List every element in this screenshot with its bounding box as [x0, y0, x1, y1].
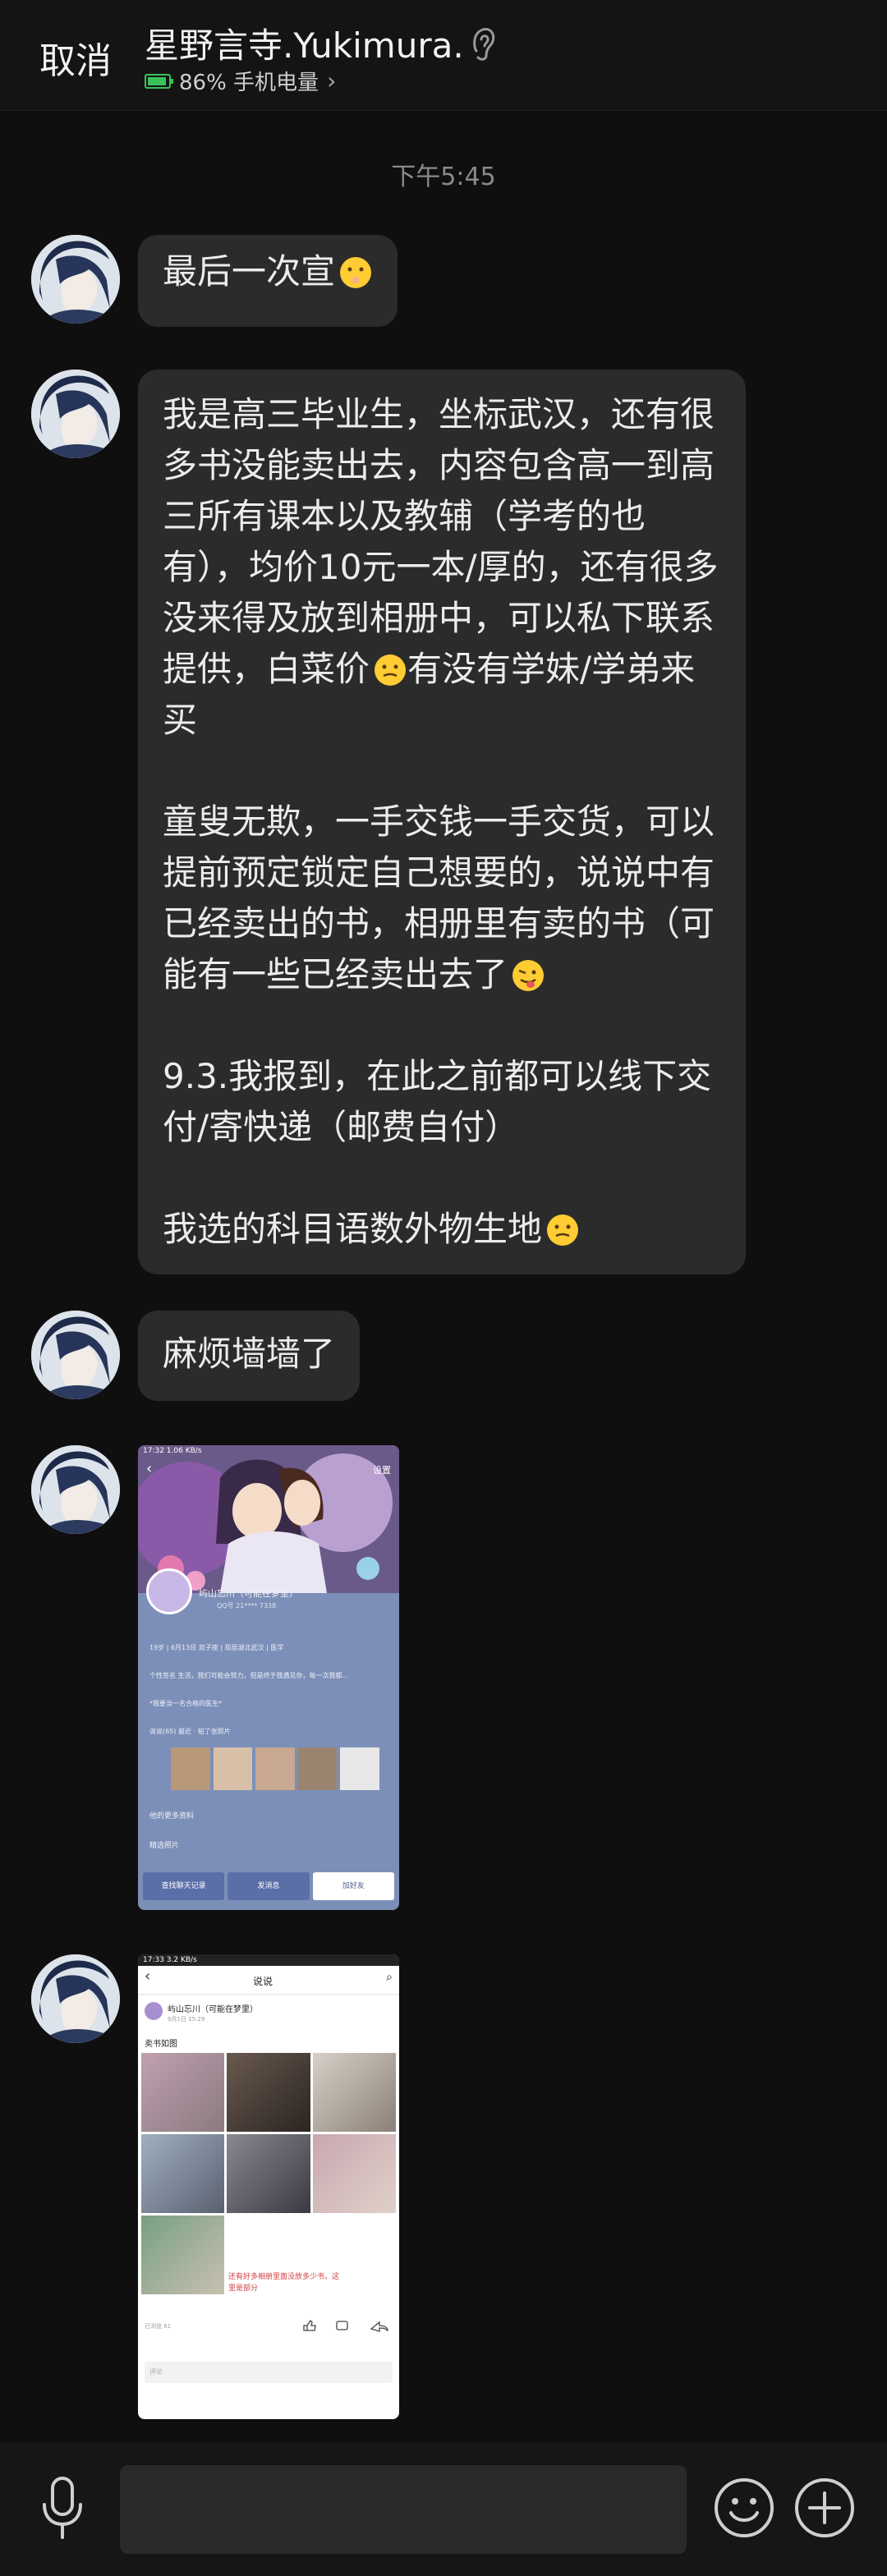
message-text: 最后一次宣: [163, 251, 336, 292]
profile-action-buttons: 查找聊天记录 发消息 加好友: [143, 1872, 394, 1900]
post-photo: [312, 2053, 396, 2132]
post-photo: [141, 2134, 225, 2213]
profile-id: QQ号 21**** 7338: [217, 1602, 277, 1609]
message-bubble[interactable]: 我是高三毕业生，坐标武汉，还有很多书没能卖出去，内容包含高一到高三所有课本以及教…: [138, 370, 746, 1274]
message-input[interactable]: [120, 2465, 687, 2554]
chat-title[interactable]: 星野言寺.Yukimura.: [145, 18, 464, 68]
message-paragraph: 我是高三毕业生，坐标武汉，还有很多书没能卖出去，内容包含高一到高三所有课本以及教…: [163, 389, 721, 746]
image-message-profile[interactable]: 17:32 1.06 KB/s ‹ 设置 屿山忘川（可能在梦里） QQ号 21*…: [138, 1445, 399, 1910]
message-bubble[interactable]: 麻烦墙墙了: [138, 1311, 361, 1401]
ear-icon[interactable]: [466, 21, 499, 62]
chat-header: 取消 星野言寺.Yukimura. 86% 手机电量 ›: [0, 0, 887, 111]
post-caption: 卖书如图: [145, 2040, 177, 2049]
poster-name: 屿山忘川（可能在梦里）: [168, 2005, 258, 2014]
battery-text: 86% 手机电量: [179, 71, 319, 95]
handwritten-note: 还有好多相册里面没放多少书，这里是部分: [228, 2273, 340, 2293]
post-photo: [227, 2053, 310, 2132]
microphone-icon[interactable]: [38, 2475, 87, 2541]
chevron-right-icon: ›: [327, 67, 337, 94]
avatar[interactable]: [31, 1311, 120, 1399]
plus-circle-icon[interactable]: [793, 2477, 856, 2539]
profile-info-row: 19岁 | 6月13日 双子座 | 现居湖北武汉 | 医学: [149, 1644, 284, 1651]
profile-info-row: 说说(65) 最近 · 拍了张照片: [149, 1728, 231, 1735]
profile-photo-strip: [171, 1747, 379, 1790]
add-friend-button: 加好友: [312, 1872, 394, 1900]
image-message-posts[interactable]: 17:33 3.2 KB/s ‹ 说说 ⌕ 屿山忘川（可能在梦里） 9月1日 1…: [138, 1954, 399, 2419]
post-photo: [141, 2216, 225, 2294]
profile-avatar: [146, 1568, 192, 1614]
avatar[interactable]: [31, 235, 120, 324]
avatar[interactable]: [31, 1445, 120, 1534]
message-paragraph: 童叟无欺，一手交钱一手交货，可以提前预定锁定自己想要的，说说中有已经卖出的书，相…: [163, 797, 721, 1000]
message-text: 童叟无欺，一手交钱一手交货，可以提前预定锁定自己想要的，说说中有已经卖出的书，相…: [163, 801, 715, 994]
screenshot-status: 17:33 3.2 KB/s: [143, 1956, 197, 1964]
grimace-emoji-icon: [547, 1215, 579, 1246]
avatar[interactable]: [31, 370, 120, 458]
post-actions: [303, 2319, 388, 2332]
search-icon: ⌕: [386, 1971, 393, 1984]
search-history-button: 查找聊天记录: [143, 1872, 225, 1900]
cancel-button[interactable]: 取消: [39, 31, 112, 84]
post-time: 9月1日 15:29: [168, 2016, 205, 2023]
message-text: 麻烦墙墙了: [163, 1334, 336, 1374]
post-photo: [312, 2134, 396, 2213]
profile-more-link: 他的更多资料: [149, 1812, 195, 1821]
message-text: 我选的科目语数外物生地: [163, 1209, 543, 1249]
emoji-icon[interactable]: [713, 2477, 775, 2539]
grimace-emoji-icon: [375, 654, 407, 686]
profile-info-row: *我要当一名合格的医生*: [149, 1700, 222, 1707]
profile-photos-link: 精选照片: [149, 1842, 180, 1850]
post-views: 已浏览 61: [145, 2323, 172, 2330]
message-text: 我是高三毕业生，坐标武汉，还有很多书没能卖出去，内容包含高一到高三所有课本以及教…: [163, 394, 719, 689]
post-photo: [141, 2053, 225, 2132]
send-message-button: 发消息: [227, 1872, 310, 1900]
message-paragraph: 我选的科目语数外物生地: [163, 1204, 721, 1255]
poster-avatar: [145, 2002, 163, 2020]
profile-info-row: 个性签名 生活，我们可能会努力，但是终于我遇见你，每一次我都...: [149, 1672, 349, 1679]
shush-emoji-icon: [340, 257, 372, 288]
post-photo-grid: [141, 2053, 396, 2294]
posts-tab-title: 说说: [253, 1976, 273, 1987]
tongue-emoji-icon: [512, 960, 545, 991]
battery-icon: [145, 73, 173, 89]
profile-name: 屿山忘川（可能在梦里）: [199, 1588, 298, 1599]
divider: [138, 1994, 399, 1995]
comment-box: 评论: [145, 2362, 393, 2383]
profile-info-list: 19岁 | 6月13日 双子座 | 现居湖北武汉 | 医学 个性签名 生活，我们…: [149, 1634, 388, 1746]
message-timestamp: 下午5:45: [391, 163, 496, 191]
message-paragraph: 9.3.我报到，在此之前都可以线下交付/寄快递（邮费自付）: [163, 1056, 712, 1147]
battery-status[interactable]: 86% 手机电量 ›: [145, 66, 336, 96]
message-bubble[interactable]: 最后一次宣: [138, 235, 398, 327]
input-bar: [0, 2442, 887, 2576]
settings-link: 设置: [373, 1465, 391, 1476]
avatar[interactable]: [31, 1954, 120, 2043]
back-icon: ‹: [145, 1968, 151, 1985]
back-icon: ‹: [146, 1460, 153, 1477]
post-photo: [227, 2134, 310, 2213]
screenshot-status: 17:32 1.06 KB/s: [143, 1447, 202, 1455]
